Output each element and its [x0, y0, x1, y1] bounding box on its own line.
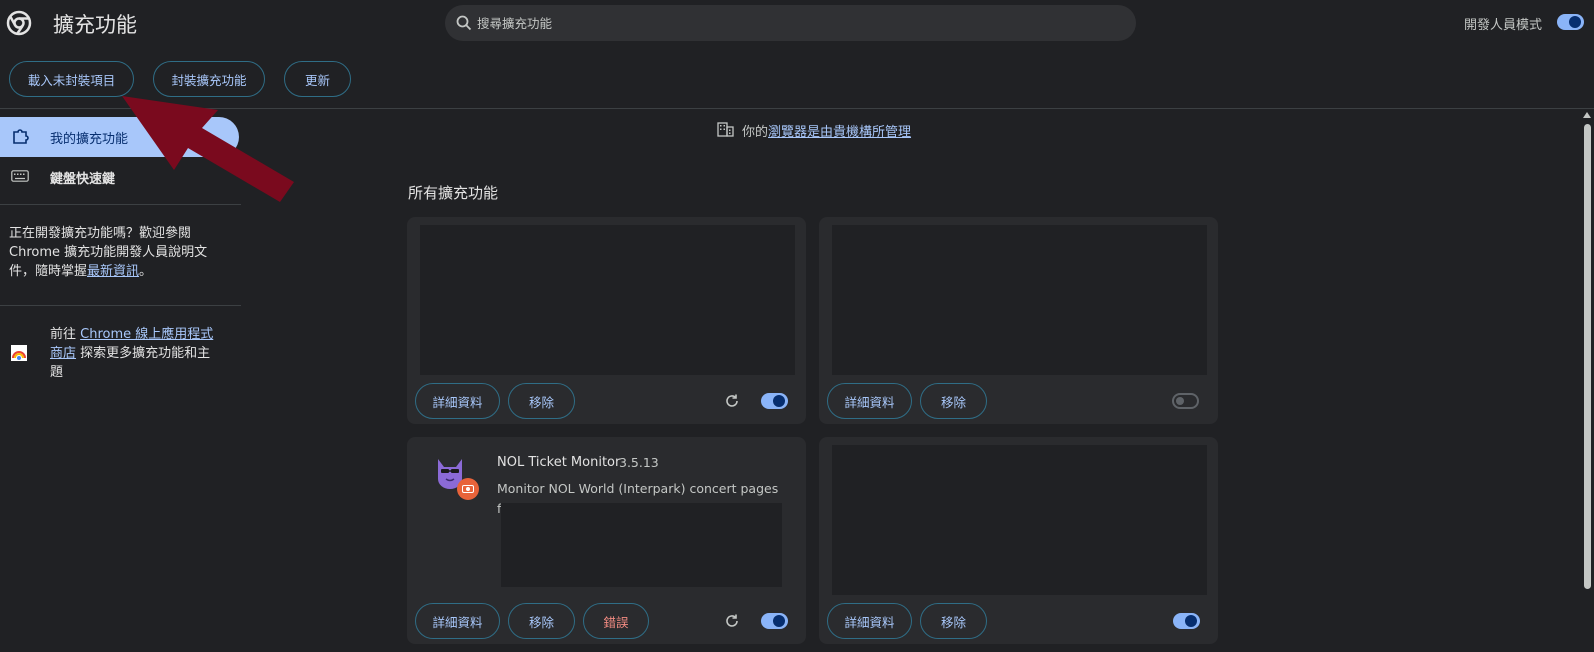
search-input[interactable]: [477, 5, 1117, 41]
section-title: 所有擴充功能: [408, 184, 499, 202]
scrollbar-thumb[interactable]: [1584, 124, 1591, 589]
dev-docs-text: 正在開發擴充功能嗎？歡迎參閱 Chrome 擴充功能開發人員說明文件，隨時掌握最…: [9, 224, 219, 281]
chrome-logo-icon: [6, 10, 32, 36]
toggle-knob: [773, 615, 785, 627]
details-button[interactable]: 詳細資料: [827, 383, 912, 419]
recording-badge-icon: [457, 478, 479, 500]
toggle-knob: [1185, 615, 1197, 627]
redacted-area: [501, 503, 782, 587]
reload-icon[interactable]: [724, 393, 740, 409]
remove-button[interactable]: 移除: [508, 383, 575, 419]
managed-link[interactable]: 瀏覽器是由貴機構所管理: [768, 125, 911, 140]
details-button[interactable]: 詳細資料: [827, 603, 912, 639]
details-button[interactable]: 詳細資料: [415, 383, 500, 419]
dev-mode-toggle[interactable]: [1557, 14, 1584, 30]
extension-card: 詳細資料 移除: [407, 217, 806, 424]
details-button[interactable]: 詳細資料: [415, 603, 500, 639]
puzzle-icon: [13, 129, 29, 144]
dev-mode-label: 開發人員模式: [1464, 18, 1543, 33]
card-content-area: [832, 445, 1207, 595]
extension-toggle[interactable]: [761, 393, 788, 409]
search-bar[interactable]: [445, 5, 1136, 41]
managed-notice: 你的瀏覽器是由貴機構所管理: [742, 121, 911, 140]
toggle-knob: [773, 395, 785, 407]
errors-button[interactable]: 錯誤: [583, 603, 649, 639]
annotation-arrow-icon: [122, 96, 294, 202]
sidebar-item-label-my-extensions: 我的擴充功能: [50, 132, 129, 147]
scroll-up-arrow-icon[interactable]: [1583, 112, 1591, 118]
card-content-area: [420, 225, 795, 375]
extension-card: 詳細資料 移除: [819, 217, 1218, 424]
extension-toggle[interactable]: [1173, 613, 1200, 629]
remove-button[interactable]: 移除: [920, 383, 987, 419]
extension-name: NOL Ticket Monitor: [497, 455, 621, 470]
latest-news-link[interactable]: 最新資訊: [87, 264, 139, 279]
sidebar-item-keyboard-shortcuts[interactable]: 鍵盤快速鍵: [50, 168, 115, 187]
extension-toggle[interactable]: [761, 613, 788, 629]
remove-button[interactable]: 移除: [508, 603, 575, 639]
web-store-icon: [11, 345, 27, 361]
sidebar-divider: [0, 305, 241, 306]
card-content-area: [832, 225, 1207, 375]
header: 擴充功能 開發人員模式: [0, 0, 1594, 46]
extension-toggle[interactable]: [1172, 393, 1199, 409]
dev-docs-text-end: 。: [139, 264, 153, 279]
building-icon: [717, 122, 734, 137]
web-store-text-pre: 前往: [50, 327, 81, 342]
reload-icon[interactable]: [724, 613, 740, 629]
badge-dot: [466, 487, 470, 491]
search-icon: [456, 15, 472, 31]
extension-card: NOL Ticket Monitor 3.5.13 Monitor NOL Wo…: [407, 437, 806, 644]
toggle-knob: [1569, 16, 1581, 28]
remove-button[interactable]: 移除: [920, 603, 987, 639]
extension-version: 3.5.13: [619, 455, 659, 470]
extension-card: 詳細資料 移除: [819, 437, 1218, 644]
toggle-knob: [1176, 397, 1184, 405]
page-title: 擴充功能: [53, 13, 137, 37]
keyboard-icon: [11, 170, 29, 182]
web-store-text: 前往 Chrome 線上應用程式商店 探索更多擴充功能和主題: [50, 325, 220, 382]
load-unpacked-button[interactable]: 載入未封裝項目: [9, 61, 134, 97]
managed-notice-pre: 你的: [742, 125, 769, 140]
